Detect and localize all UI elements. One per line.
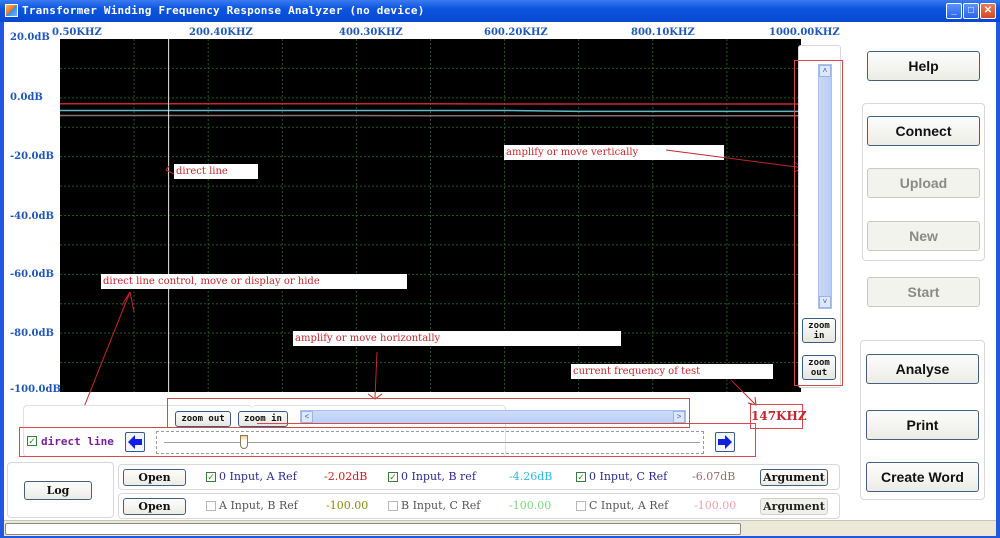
zoom-out-line2: out	[810, 368, 828, 378]
annotation-direct-line: direct line	[174, 164, 258, 179]
value-b-input-c-ref: -100.00	[509, 499, 552, 512]
vertical-zoom-out-button[interactable]: zoom out	[802, 355, 836, 380]
maximize-button[interactable]: □	[963, 3, 979, 19]
move-line-left-button[interactable]	[125, 432, 145, 452]
value-0-input-b-ref: -4.26dB	[509, 470, 553, 483]
slider-thumb[interactable]	[240, 435, 249, 449]
label-b-input-c-ref: B Input, C Ref	[401, 499, 481, 512]
checkbox-0-input-c-ref[interactable]: ✓	[576, 472, 586, 482]
x-tick-label: 1000.00KHZ	[769, 27, 840, 38]
label-0-input-a-ref: 0 Input, A Ref	[219, 470, 297, 483]
annotation-direct-control: direct line control, move or display or …	[101, 274, 407, 289]
direct-line-slider[interactable]	[156, 431, 704, 454]
vertical-scrollbar[interactable]: ˄ ˅	[818, 64, 832, 309]
window-title: Transformer Winding Frequency Response A…	[22, 4, 425, 17]
direct-line-checkbox[interactable]: ✓	[27, 436, 37, 446]
x-tick-label: 200.40KHZ	[189, 27, 253, 38]
value-0-input-a-ref: -2.02dB	[324, 470, 368, 483]
arrow-left-icon	[128, 435, 142, 449]
label-c-input-a-ref: C Input, A Ref	[589, 499, 669, 512]
argument-button-row2[interactable]: Argument	[760, 498, 828, 515]
create-word-button[interactable]: Create Word	[866, 462, 979, 492]
x-tick-label: 0.50KHZ	[52, 27, 102, 38]
open-button-row1[interactable]: Open	[123, 469, 186, 486]
checkbox-0-input-a-ref[interactable]: ✓	[206, 472, 216, 482]
zoom-in-line2: in	[813, 331, 825, 341]
scroll-up-button[interactable]: ˄	[819, 65, 831, 77]
checkbox-b-input-c-ref[interactable]	[388, 501, 398, 511]
zoom-in-line1: zoom	[808, 321, 830, 331]
print-button[interactable]: Print	[866, 410, 979, 440]
scroll-right-button[interactable]: >	[673, 411, 685, 423]
value-c-input-a-ref: -100.00	[694, 499, 737, 512]
x-tick-label: 400.30KHZ	[339, 27, 403, 38]
checkbox-0-input-b-ref[interactable]: ✓	[388, 472, 398, 482]
new-button[interactable]: New	[867, 221, 980, 251]
checkbox-a-input-b-ref[interactable]	[206, 501, 216, 511]
label-0-input-c-ref: 0 Input, C Ref	[589, 470, 668, 483]
zoom-out-line1: zoom	[808, 358, 830, 368]
horizontal-scrollbar[interactable]: < >	[300, 410, 686, 424]
x-tick-label: 600.20KHZ	[484, 27, 548, 38]
y-tick-label: -20.0dB	[10, 151, 54, 162]
y-tick-label: -80.0dB	[10, 328, 54, 339]
checkbox-c-input-a-ref[interactable]	[576, 501, 586, 511]
analyse-button[interactable]: Analyse	[866, 354, 979, 384]
upload-button[interactable]: Upload	[867, 168, 980, 198]
title-bar: Transformer Winding Frequency Response A…	[0, 0, 1000, 22]
arrow-right-icon	[718, 435, 732, 449]
y-tick-label: -100.0dB	[10, 384, 61, 395]
current-frequency-display: 147KHZ	[750, 404, 807, 429]
vertical-zoom-in-button[interactable]: zoom in	[802, 318, 836, 343]
label-0-input-b-ref: 0 Input, B ref	[401, 470, 476, 483]
direct-line-label: direct line	[41, 435, 114, 448]
progress-bar	[5, 523, 741, 535]
move-line-right-button[interactable]	[715, 432, 735, 452]
annotation-vertical: amplify or move vertically	[504, 145, 724, 160]
y-tick-label: 20.0dB	[10, 32, 50, 43]
help-button[interactable]: Help	[867, 51, 980, 81]
connect-button[interactable]: Connect	[867, 116, 980, 146]
x-tick-label: 800.10KHZ	[631, 27, 695, 38]
y-tick-label: 0.0dB	[10, 92, 43, 103]
open-button-row2[interactable]: Open	[123, 498, 186, 515]
log-button[interactable]: Log	[24, 481, 92, 500]
annotation-current-frequency: current frequency of test	[571, 364, 773, 379]
app-icon	[5, 4, 18, 17]
scroll-left-button[interactable]: <	[301, 411, 313, 423]
app-window: Transformer Winding Frequency Response A…	[0, 0, 1000, 538]
minimize-button[interactable]: _	[946, 3, 962, 19]
argument-button-row1[interactable]: Argument	[760, 469, 828, 486]
y-tick-label: -60.0dB	[10, 269, 54, 280]
scroll-down-button[interactable]: ˅	[819, 296, 831, 308]
annotation-horizontal: amplify or move horizontally	[293, 331, 621, 346]
label-a-input-b-ref: A Input, B Ref	[219, 499, 298, 512]
y-tick-label: -40.0dB	[10, 211, 54, 222]
client-area: 0.50KHZ 200.40KHZ 400.30KHZ 600.20KHZ 80…	[4, 22, 996, 536]
horizontal-zoom-out-button[interactable]: zoom out	[175, 411, 231, 427]
close-button[interactable]: ✕	[980, 3, 996, 19]
start-button[interactable]: Start	[867, 277, 980, 307]
value-a-input-b-ref: -100.00	[326, 499, 369, 512]
value-0-input-c-ref: -6.07dB	[692, 470, 736, 483]
